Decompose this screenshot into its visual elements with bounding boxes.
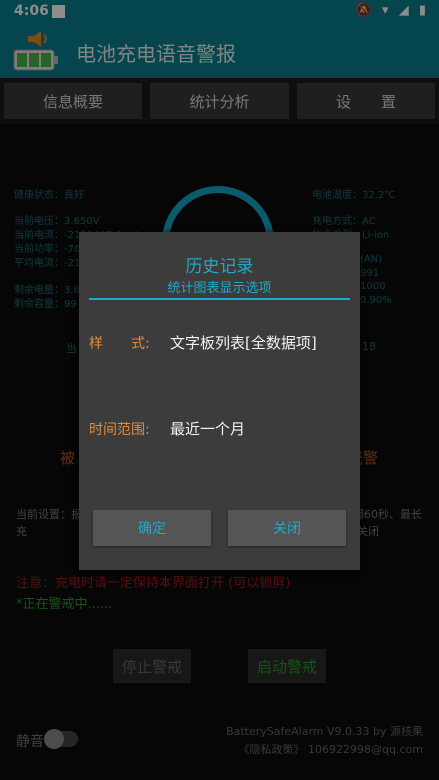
time-range-label: 时间范围: [89,422,150,438]
close-button[interactable]: 关闭 [228,510,346,546]
history-dialog: 历史记录 统计图表显示选项 样 式: 文字板列表[全数据项] 时间范围: 最近一… [79,232,360,570]
dialog-subtitle: 统计图表显示选项 [167,281,272,296]
style-value[interactable]: 文字板列表[全数据项] [170,332,317,353]
time-range-value[interactable]: 最近一个月 [170,418,245,439]
dialog-title: 历史记录 [185,257,254,277]
confirm-button[interactable]: 确定 [93,510,211,546]
style-label: 样 式: [89,336,150,352]
dialog-divider [89,298,350,300]
